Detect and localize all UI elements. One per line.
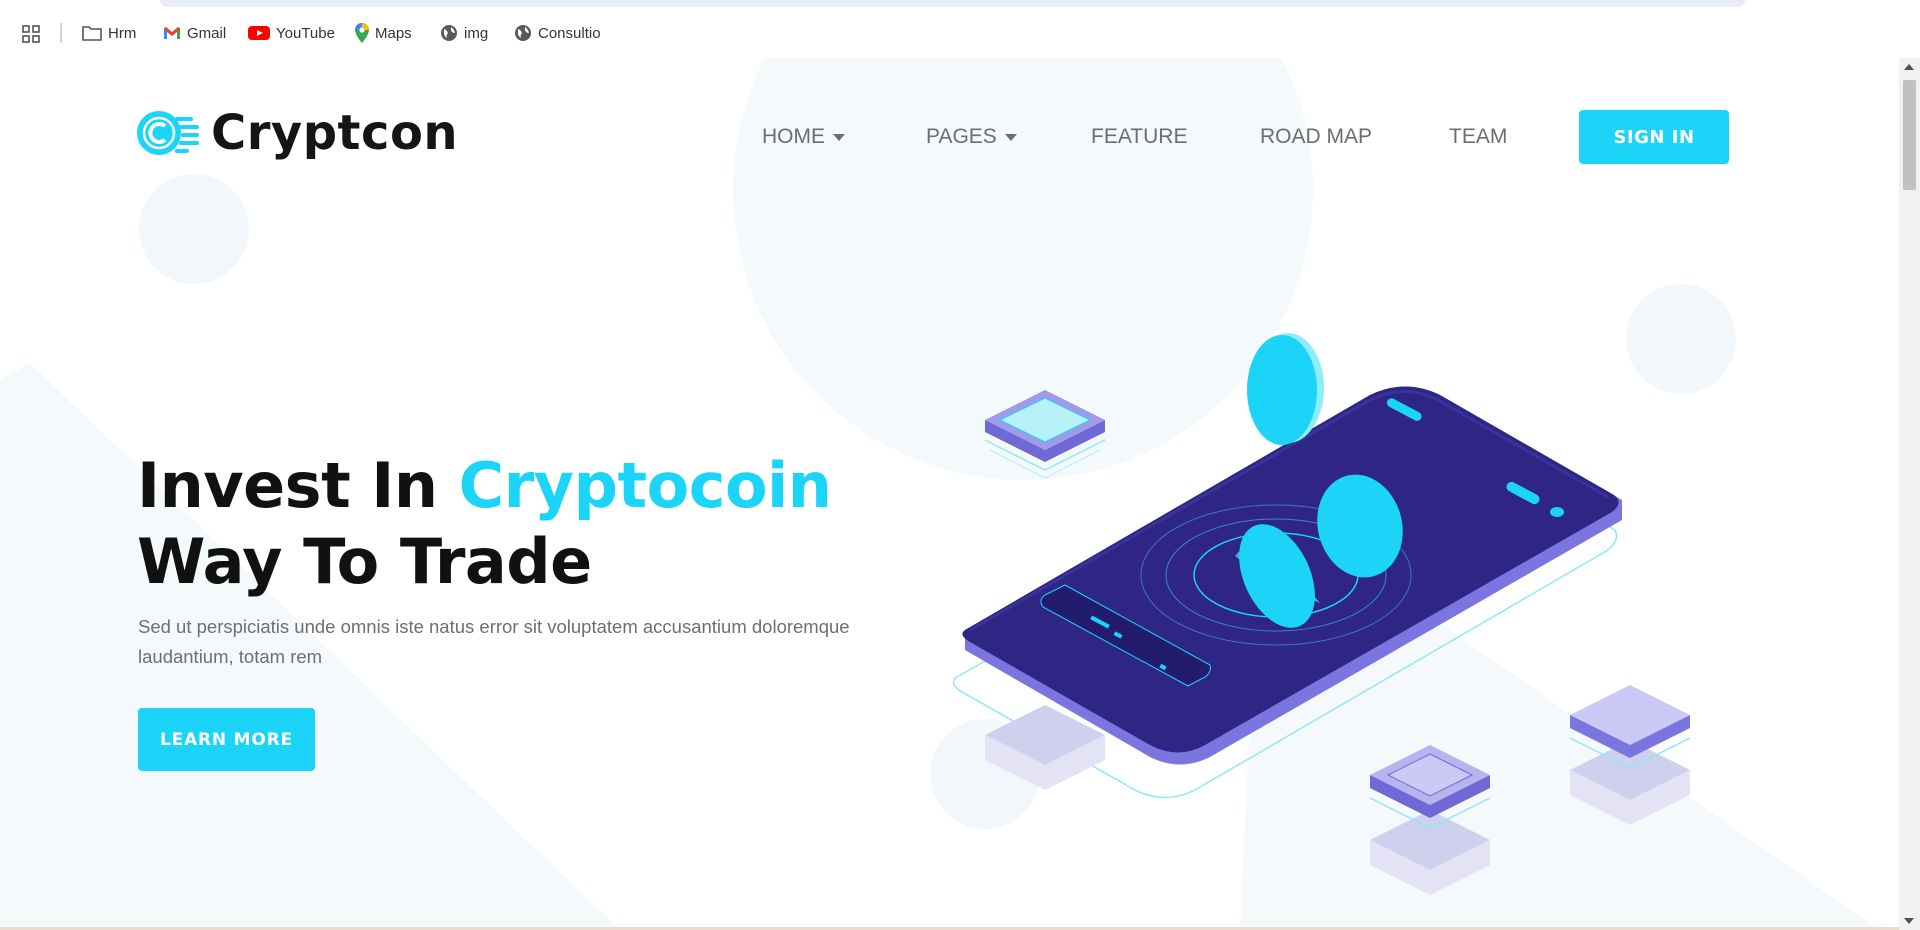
bookmark-consultio[interactable]: Consultio — [514, 14, 601, 52]
bookmark-maps[interactable]: Maps — [355, 14, 412, 52]
bookmark-img[interactable]: img — [440, 14, 488, 52]
folder-icon — [82, 26, 102, 41]
scroll-thumb[interactable] — [1903, 80, 1916, 190]
nav-home[interactable]: HOME — [762, 117, 845, 157]
nav-feature[interactable]: FEATURE — [1091, 117, 1187, 157]
chevron-down-icon — [1004, 133, 1017, 141]
nav-label: TEAM — [1449, 125, 1508, 148]
nav-label: FEATURE — [1091, 125, 1188, 148]
sign-in-button[interactable]: SIGN IN — [1579, 110, 1729, 164]
bookmark-label: Gmail — [187, 24, 227, 42]
hero-title-part1: Invest In — [137, 449, 459, 522]
bookmark-hrm[interactable]: Hrm — [82, 14, 136, 52]
bookmark-gmail[interactable]: Gmail — [163, 14, 226, 52]
cryptcon-coin-icon — [137, 111, 199, 155]
apps-grid-icon[interactable] — [22, 25, 40, 43]
nav-label: PAGES — [926, 125, 997, 148]
hero-title-accent: Cryptocoin — [458, 449, 832, 522]
youtube-icon — [248, 26, 270, 40]
site-logo[interactable]: Cryptcon — [137, 105, 458, 161]
bookmarks-separator — [60, 23, 62, 43]
bookmark-label: Hrm — [108, 24, 137, 42]
maps-pin-icon — [355, 23, 369, 43]
scroll-up-arrow-icon[interactable] — [1904, 64, 1914, 70]
nav-pages[interactable]: PAGES — [926, 117, 1017, 157]
globe-icon — [441, 25, 457, 41]
nav-label: HOME — [762, 125, 825, 148]
address-bar-edge — [160, 0, 1745, 7]
page-scrollbar[interactable] — [1899, 58, 1920, 930]
bookmark-label: Maps — [375, 24, 412, 42]
learn-more-button[interactable]: LEARN MORE — [138, 708, 315, 771]
chevron-down-icon — [833, 133, 845, 141]
gmail-icon — [164, 27, 180, 39]
hero-title: Invest In Cryptocoin Way To Trade — [137, 448, 832, 600]
hero-title-line2: Way To Trade — [137, 525, 592, 598]
scroll-down-arrow-icon[interactable] — [1904, 918, 1914, 924]
bookmark-youtube[interactable]: YouTube — [248, 14, 335, 52]
globe-icon — [515, 25, 531, 41]
bookmarks-bar: Hrm Gmail YouTube Maps img Consultio — [0, 14, 1920, 52]
hero-description: Sed ut perspiciatis unde omnis iste natu… — [138, 616, 850, 667]
logo-text: Cryptcon — [211, 105, 459, 161]
nav-label: ROAD MAP — [1260, 125, 1373, 148]
bookmark-label: YouTube — [276, 24, 335, 42]
nav-road-map[interactable]: ROAD MAP — [1260, 117, 1372, 157]
nav-team[interactable]: TEAM — [1449, 117, 1507, 157]
bookmark-label: Consultio — [538, 24, 601, 42]
bookmark-label: img — [464, 24, 489, 42]
crypto-phone-illustration — [952, 333, 1691, 895]
